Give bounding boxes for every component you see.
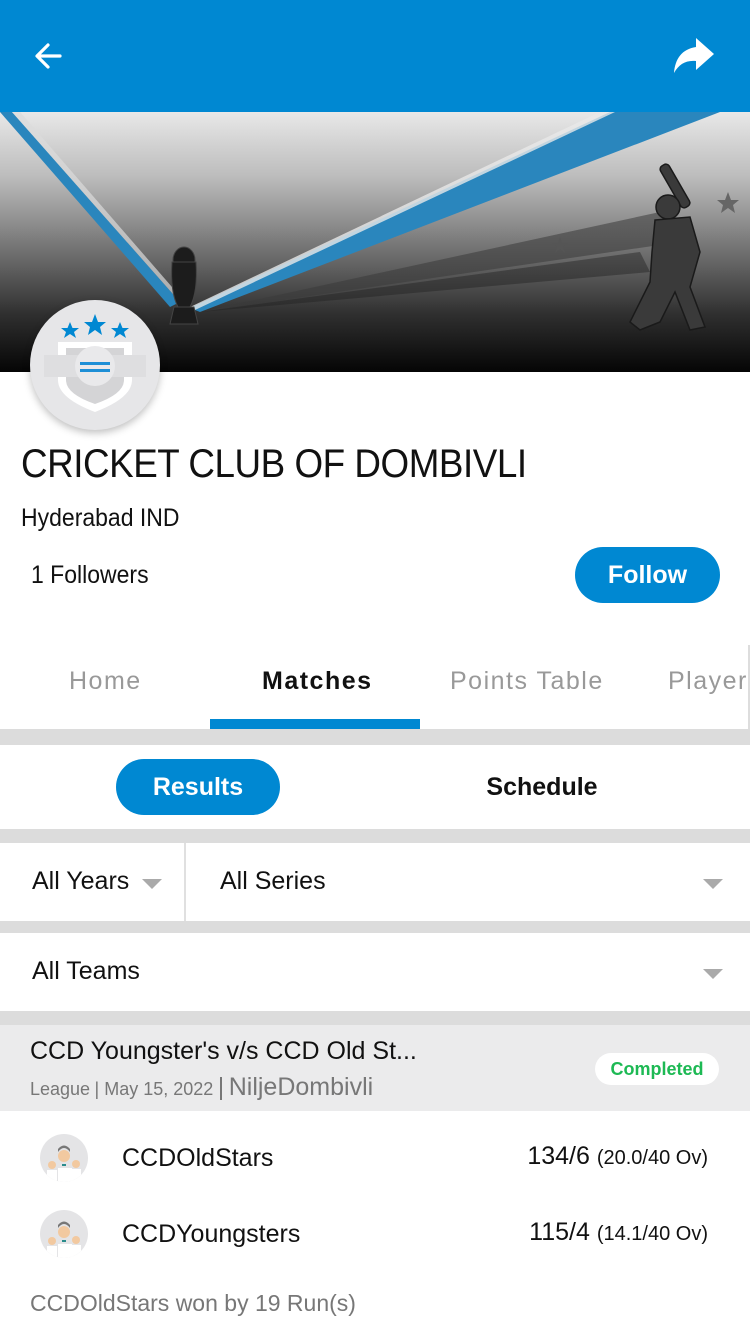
filter-row: All Years All Series bbox=[0, 843, 750, 921]
team-avatar bbox=[40, 1210, 88, 1258]
star-decoration bbox=[717, 192, 739, 213]
overs: (20.0/40 Ov) bbox=[596, 1147, 708, 1169]
arrow-left-icon bbox=[35, 43, 62, 69]
team-group-icon bbox=[47, 1145, 81, 1182]
schedule-toggle[interactable]: Schedule bbox=[462, 759, 622, 815]
shield-three-stars-icon bbox=[44, 314, 146, 412]
share-arrow-icon bbox=[674, 38, 714, 73]
tab-player[interactable]: Player bbox=[668, 667, 748, 696]
divider bbox=[0, 1011, 750, 1025]
years-dropdown-value: All Years bbox=[32, 867, 130, 895]
light-beam-left bbox=[0, 112, 180, 307]
series-dropdown-value: All Series bbox=[220, 867, 326, 895]
team-avatar bbox=[40, 1134, 88, 1182]
club-location: Hyderabad IND bbox=[21, 504, 180, 532]
status-badge: Completed bbox=[595, 1053, 719, 1085]
follow-button[interactable]: Follow bbox=[575, 547, 720, 603]
back-button[interactable] bbox=[28, 36, 68, 76]
team-score: 115/4 (14.1/40 Ov) bbox=[529, 1218, 708, 1247]
match-result: CCDOldStars won by 19 Run(s) bbox=[30, 1290, 356, 1316]
trophy-icon bbox=[169, 246, 199, 325]
team-group-icon bbox=[47, 1221, 81, 1258]
years-dropdown[interactable]: All Years bbox=[0, 843, 186, 921]
tab-home[interactable]: Home bbox=[69, 667, 142, 696]
runs-wickets: 115/4 bbox=[529, 1218, 590, 1246]
match-card-header[interactable]: CCD Youngster's v/s CCD Old St... League… bbox=[0, 1025, 750, 1111]
followers-count: 1 Followers bbox=[31, 561, 149, 589]
runs-wickets: 134/6 bbox=[527, 1142, 590, 1170]
tab-points-table[interactable]: Points Table bbox=[450, 667, 604, 696]
team-row[interactable]: CCDOldStars 134/6 (20.0/40 Ov) bbox=[0, 1128, 750, 1188]
divider bbox=[0, 921, 750, 933]
caret-down-icon bbox=[703, 879, 723, 889]
divider bbox=[0, 729, 750, 745]
match-subtabs: Results Schedule bbox=[0, 745, 750, 829]
tab-bar: Home Matches Points Table Player bbox=[0, 645, 750, 729]
series-dropdown[interactable]: All Series bbox=[188, 843, 750, 921]
results-toggle[interactable]: Results bbox=[116, 759, 280, 815]
club-name: CRICKET CLUB OF DOMBIVLI bbox=[21, 442, 527, 486]
share-button[interactable] bbox=[670, 34, 716, 78]
match-meta: League | May 15, 2022 | NiljeDombivli bbox=[30, 1073, 373, 1102]
teams-dropdown-inner: All Teams bbox=[0, 933, 750, 1011]
club-logo bbox=[30, 300, 160, 430]
caret-down-icon bbox=[703, 969, 723, 979]
match-venue: NiljeDombivli bbox=[228, 1073, 374, 1101]
team-score: 134/6 (20.0/40 Ov) bbox=[527, 1142, 708, 1171]
match-title: CCD Youngster's v/s CCD Old St... bbox=[30, 1037, 417, 1065]
teams-dropdown[interactable]: All Teams bbox=[0, 933, 750, 1011]
team-name: CCDOldStars bbox=[122, 1144, 274, 1172]
tab-matches[interactable]: Matches bbox=[262, 667, 373, 696]
match-date: May 15, 2022 bbox=[104, 1079, 214, 1099]
divider bbox=[0, 829, 750, 843]
top-app-bar bbox=[0, 0, 750, 112]
overs: (14.1/40 Ov) bbox=[596, 1223, 708, 1245]
team-name: CCDYoungsters bbox=[122, 1220, 301, 1248]
teams-dropdown-value: All Teams bbox=[32, 957, 140, 985]
active-tab-indicator bbox=[210, 719, 420, 729]
team-row[interactable]: CCDYoungsters 115/4 (14.1/40 Ov) bbox=[0, 1204, 750, 1264]
meta-separator: | bbox=[217, 1073, 225, 1101]
caret-down-icon bbox=[142, 879, 162, 889]
match-type: League bbox=[30, 1079, 91, 1099]
